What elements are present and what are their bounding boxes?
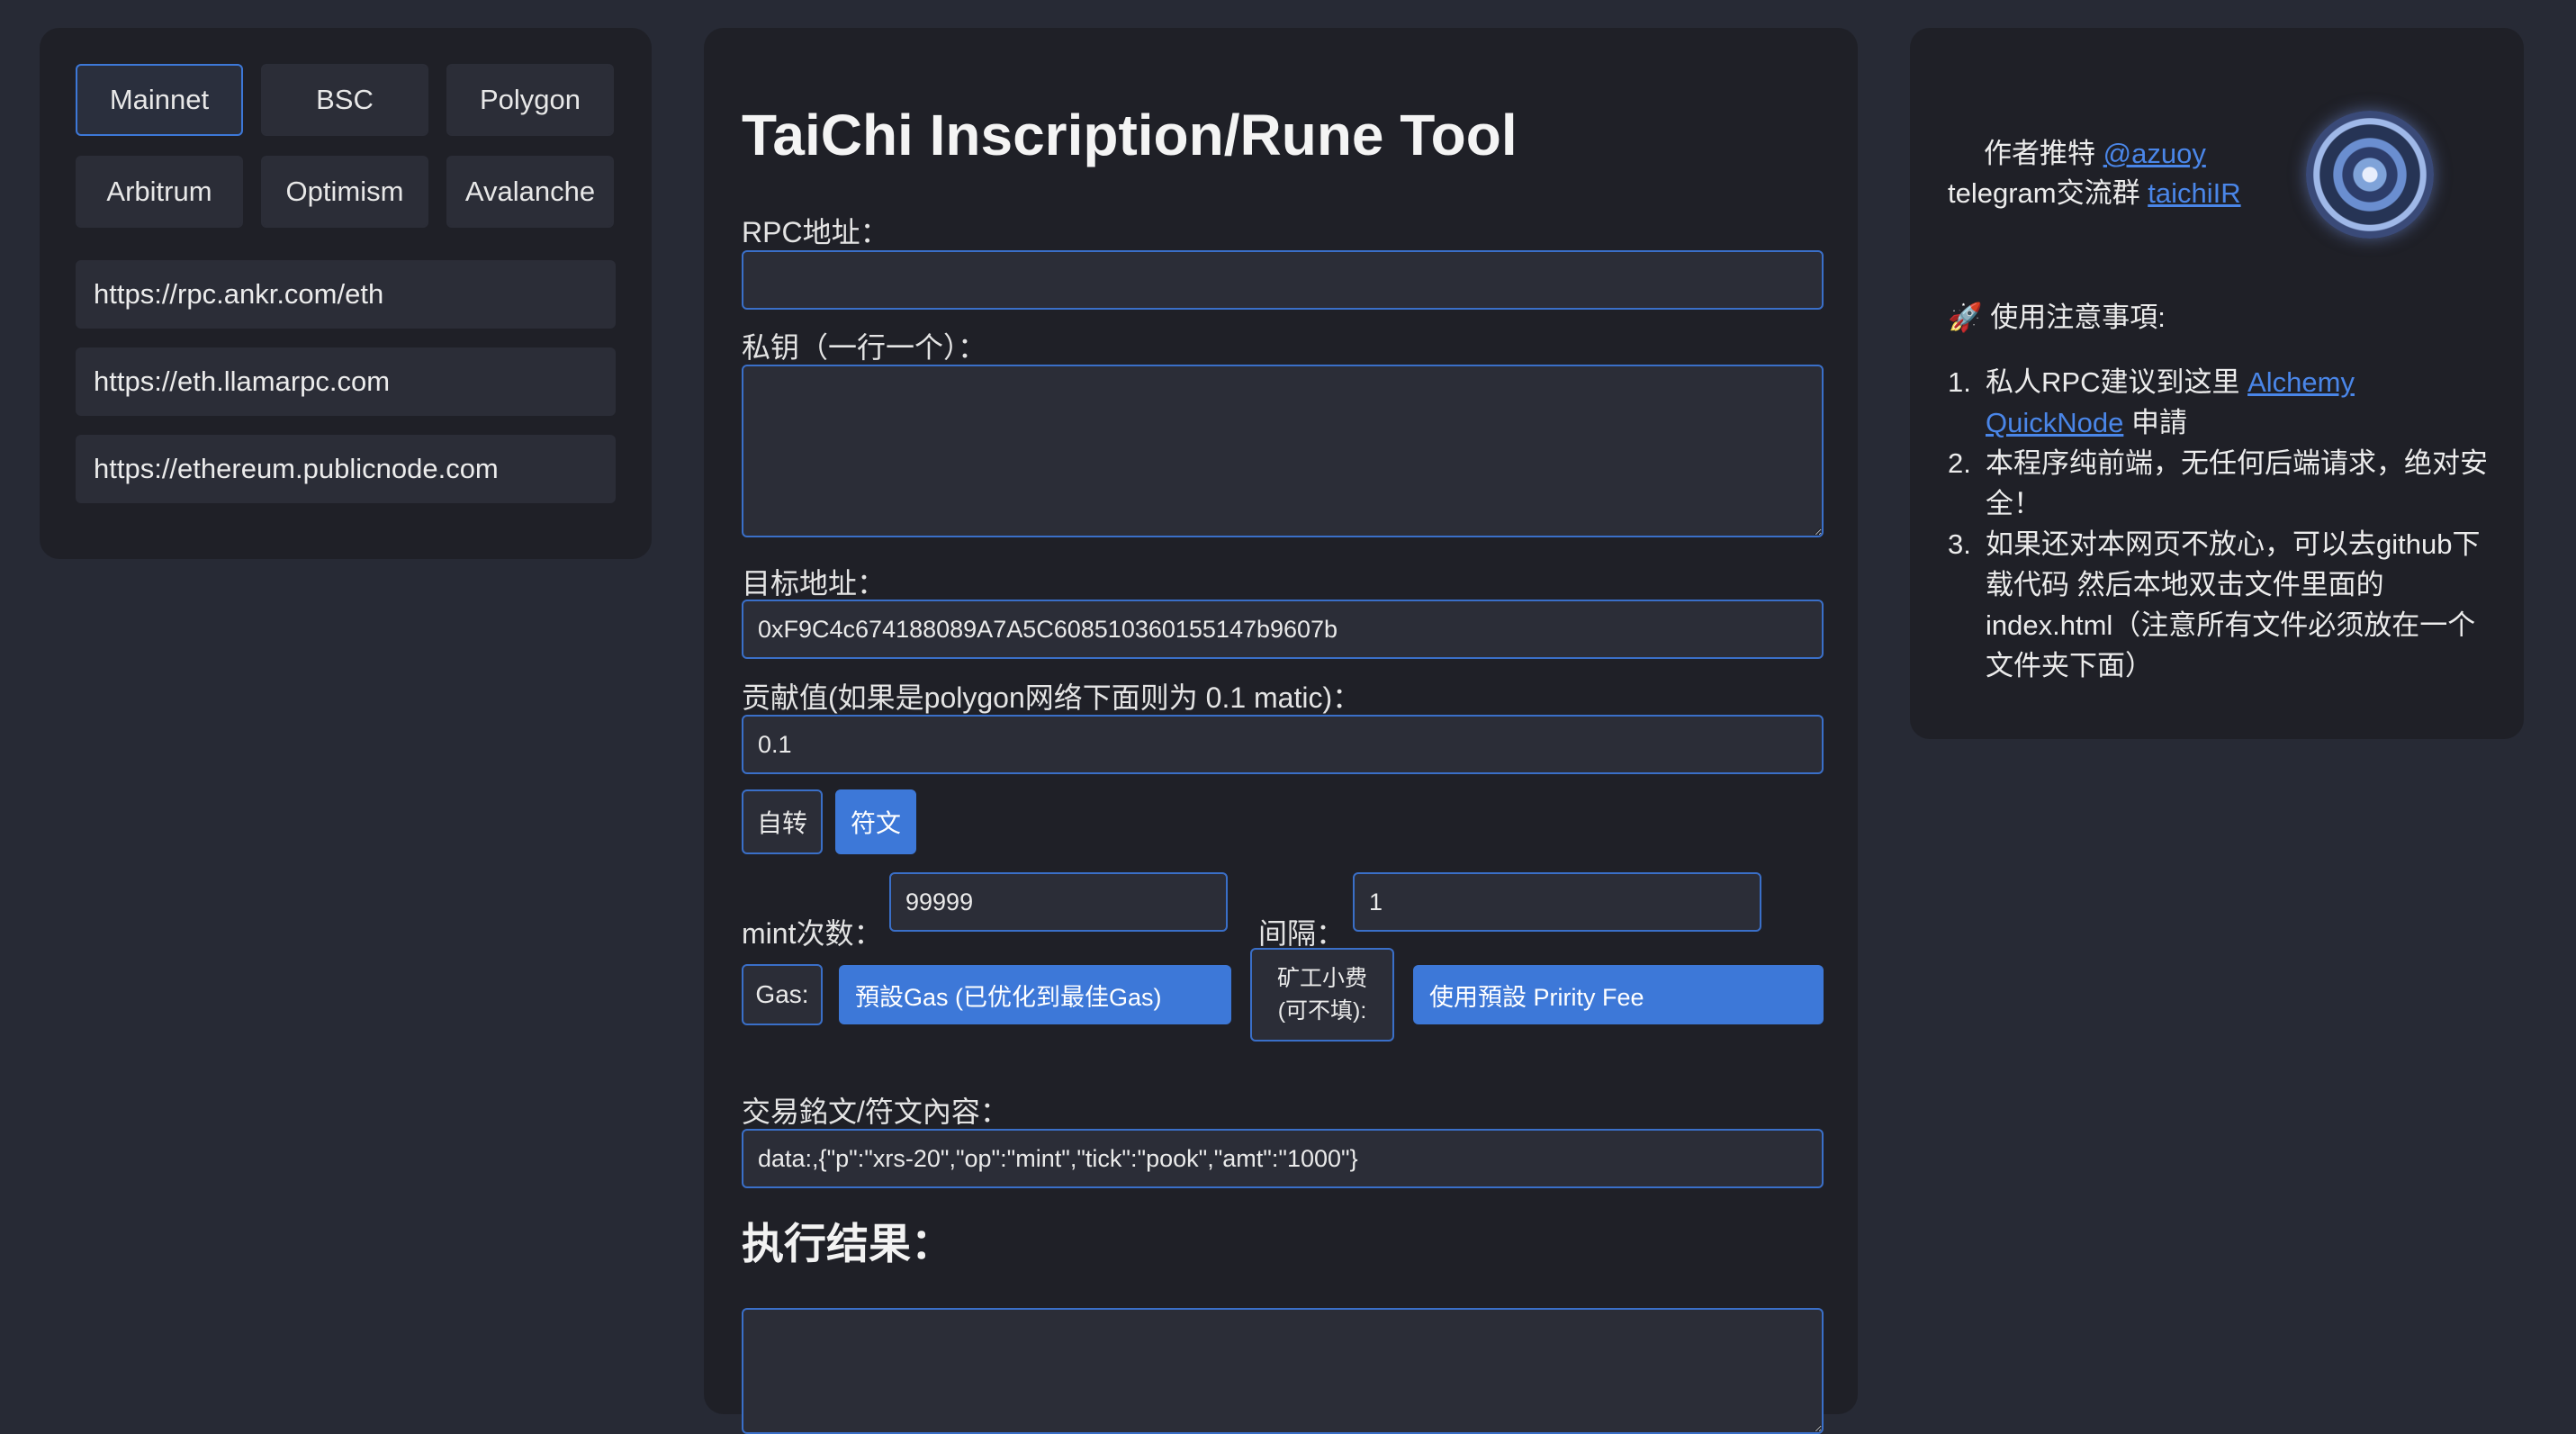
rpc-option[interactable]: https://eth.llamarpc.com	[76, 347, 616, 416]
group-line: telegram交流群 taichiIR	[1948, 170, 2241, 211]
author-label: 作者推特	[1984, 138, 2095, 169]
group-label: telegram交流群	[1948, 177, 2140, 209]
gas-select[interactable]: 預設Gas (已优化到最佳Gas)	[839, 965, 1231, 1024]
private-key-label: 私钥（一行一个）：	[742, 331, 987, 364]
network-button-arbitrum[interactable]: Arbitrum	[76, 156, 243, 228]
private-key-textarea[interactable]	[742, 365, 1824, 537]
alchemy-link[interactable]: Alchemy	[2247, 366, 2355, 398]
priority-fee-label: 矿工小费 (可不填):	[1250, 948, 1394, 1042]
author-avatar	[2306, 111, 2434, 239]
network-button-polygon[interactable]: Polygon	[446, 64, 614, 136]
priority-fee-select[interactable]: 使用預設 Pririty Fee	[1413, 965, 1824, 1024]
note-item: 1. 私人RPC建议到这里 Alchemy QuickNode 申請	[1948, 362, 2506, 443]
inscription-label: 交易銘文/符文內容：	[742, 1096, 1009, 1128]
note1-suffix: 申請	[2130, 407, 2187, 438]
target-address-input[interactable]	[742, 600, 1824, 659]
rpc-input[interactable]	[742, 250, 1824, 310]
interval-input[interactable]	[1353, 872, 1761, 932]
network-panel: Mainnet BSC Polygon Arbitrum Optimism Av…	[40, 28, 652, 559]
contribution-input[interactable]	[742, 715, 1824, 774]
rune-button[interactable]: 符文	[835, 789, 916, 854]
self-transfer-button[interactable]: 自转	[742, 789, 823, 854]
note-number: 1.	[1948, 366, 1971, 398]
quicknode-link[interactable]: QuickNode	[1986, 407, 2123, 438]
target-address-label: 目标地址：	[742, 567, 887, 600]
contribution-label: 贡献值(如果是polygon网络下面则为 0.1 matic)：	[742, 681, 1362, 714]
author-line: 作者推特 @azuoy	[1984, 131, 2206, 171]
note1-text: 私人RPC建议到这里	[1986, 366, 2240, 398]
telegram-group-link[interactable]: taichiIR	[2148, 177, 2240, 209]
interval-label: 间隔：	[1258, 917, 1346, 950]
info-panel: 作者推特 @azuoy telegram交流群 taichiIR 🚀 使用注意事…	[1910, 28, 2524, 739]
network-button-avalanche[interactable]: Avalanche	[446, 156, 614, 228]
priority-fee-label-line2: (可不填):	[1277, 998, 1367, 1024]
rpc-option[interactable]: https://ethereum.publicnode.com	[76, 435, 616, 503]
network-button-optimism[interactable]: Optimism	[261, 156, 428, 228]
note-number: 3.	[1948, 528, 1971, 560]
mint-count-input[interactable]	[889, 872, 1228, 932]
gas-label: Gas:	[742, 964, 823, 1025]
note3-text: 如果还对本网页不放心，可以去github下载代码 然后本地双击文件里面的inde…	[1986, 528, 2481, 681]
main-form-panel: TaiChi Inscription/Rune Tool RPC地址： 私钥（一…	[704, 28, 1858, 1434]
rpc-label: RPC地址：	[742, 216, 889, 248]
note-text: 私人RPC建议到这里 Alchemy QuickNode 申請	[1986, 362, 2490, 443]
page-title: TaiChi Inscription/Rune Tool	[742, 103, 1518, 167]
note-number: 2.	[1948, 447, 1971, 479]
rpc-option[interactable]: https://rpc.ankr.com/eth	[76, 260, 616, 329]
result-textarea[interactable]	[742, 1308, 1824, 1434]
notes-title: 🚀 使用注意事項:	[1948, 302, 2166, 333]
priority-fee-label-line1: 矿工小费	[1276, 966, 1367, 991]
inscription-input[interactable]	[742, 1129, 1824, 1188]
network-button-mainnet[interactable]: Mainnet	[76, 64, 243, 136]
result-title: 执行结果：	[742, 1220, 953, 1267]
author-twitter-link[interactable]: @azuoy	[2103, 138, 2206, 169]
mint-count-label: mint次数：	[742, 917, 883, 950]
note-item: 2. 本程序纯前端，无任何后端请求，绝对安全！	[1948, 443, 2506, 524]
network-button-bsc[interactable]: BSC	[261, 64, 428, 136]
note-item: 3. 如果还对本网页不放心，可以去github下载代码 然后本地双击文件里面的i…	[1948, 524, 2506, 686]
note2-text: 本程序纯前端，无任何后端请求，绝对安全！	[1986, 447, 2488, 519]
